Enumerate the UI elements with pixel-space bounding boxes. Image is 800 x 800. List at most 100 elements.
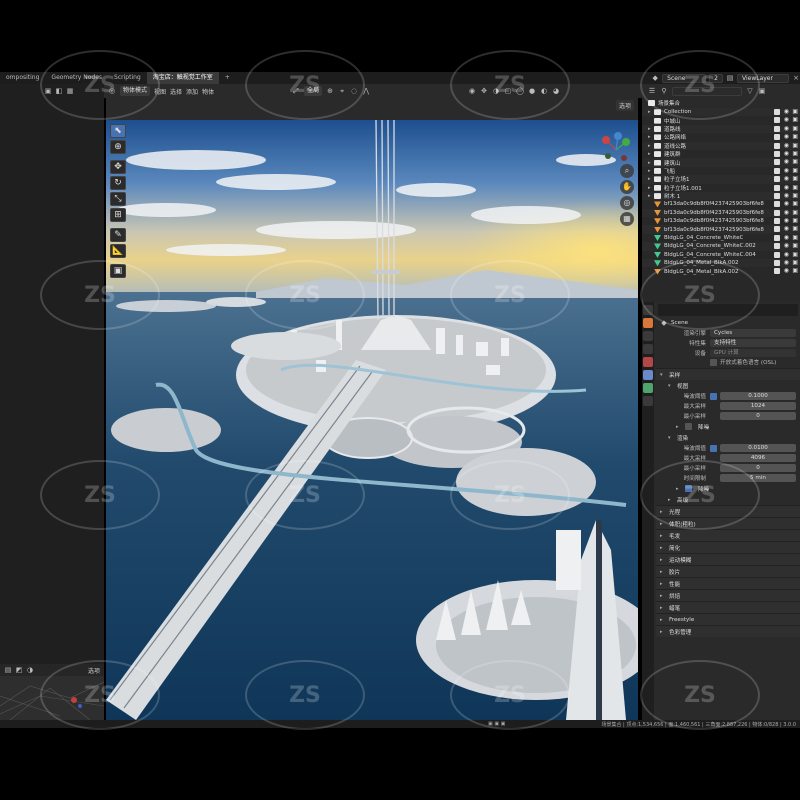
exclude-checkbox[interactable] [774, 268, 780, 275]
properties-section[interactable]: ▸ 胶片 [656, 565, 800, 577]
annotate-tool-icon[interactable]: ✎ [110, 228, 126, 242]
exclude-checkbox[interactable] [774, 176, 780, 183]
exclude-checkbox[interactable] [774, 142, 780, 149]
properties-section[interactable]: ▸ 毛发 [656, 529, 800, 541]
render-camera-icon[interactable]: ▣ [792, 259, 798, 266]
texture-tab-icon[interactable] [643, 396, 653, 406]
properties-section[interactable]: ▸ 色彩管理 [656, 625, 800, 637]
render-camera-icon[interactable]: ▣ [792, 150, 798, 157]
properties-section[interactable]: ▸ 简化 [656, 541, 800, 553]
viewport-options-button[interactable]: 选项 [615, 100, 634, 111]
filter-funnel-icon[interactable]: ▽ [746, 87, 754, 95]
eye-icon[interactable]: ◉ [784, 217, 789, 224]
render-camera-icon[interactable]: ▣ [792, 142, 798, 149]
exclude-checkbox[interactable] [774, 260, 780, 267]
tab-scripting[interactable]: Scripting [108, 72, 147, 84]
frame-field[interactable]: 2 [709, 73, 723, 83]
outliner-row[interactable]: bf13da0c9db8f0f4237425903bf6fe8d5 ◉ ▣ [642, 225, 800, 234]
editor-type-icon[interactable]: ▣ [44, 87, 52, 95]
expand-arrow-icon[interactable]: ▸ [648, 185, 654, 191]
outliner-row[interactable]: ▸ 道线公路 ◉ ▣ [642, 141, 800, 150]
render-camera-icon[interactable]: ▣ [792, 209, 798, 216]
expand-arrow-icon[interactable]: ▸ [648, 109, 654, 115]
select-icon[interactable]: ▦ [66, 87, 74, 95]
menu-add[interactable]: 添加 [186, 87, 198, 96]
viewport-denoise-subsection[interactable]: ▸ 降噪 [656, 421, 800, 432]
cursor-tool-icon[interactable]: ⊕ [110, 140, 126, 154]
render-min-samples-field[interactable]: 0 [720, 464, 796, 472]
outliner-type-icon[interactable]: ☰ [648, 87, 656, 95]
properties-section[interactable]: ▸ 性能 [656, 577, 800, 589]
feature-set-dropdown[interactable]: 支持特性 [710, 339, 796, 347]
outliner-row[interactable]: BldgLG_04_Concrete_WhiteC.004 ◉ ▣ [642, 251, 800, 259]
expand-arrow-icon[interactable]: ▸ [648, 160, 654, 166]
properties-section[interactable]: ▸ 蜡笔 [656, 601, 800, 613]
properties-section[interactable]: ▸ 体积(粗粒) [656, 517, 800, 529]
viewport-noise-checkbox[interactable] [710, 392, 717, 400]
expand-arrow-icon[interactable]: ▸ [648, 176, 654, 182]
eye-icon[interactable]: ◉ [784, 259, 789, 266]
exclude-checkbox[interactable] [774, 243, 780, 250]
shading-icon[interactable]: ◑ [26, 666, 34, 674]
render-max-samples-field[interactable]: 4096 [720, 454, 796, 462]
render-camera-icon[interactable]: ▣ [792, 108, 798, 115]
advanced-subsection[interactable]: ▸ 高级 [656, 494, 800, 505]
exclude-checkbox[interactable] [774, 109, 780, 115]
expand-arrow-icon[interactable]: ▸ [648, 126, 654, 132]
zoom-icon[interactable]: ⌕ [620, 164, 634, 178]
render-camera-icon[interactable]: ▣ [792, 242, 798, 249]
exclude-checkbox[interactable] [774, 226, 780, 233]
render-engine-dropdown[interactable]: Cycles [710, 329, 796, 337]
outliner-row[interactable]: BldgLG_04_Metal_BlkA.002 ◉ ▣ [642, 259, 800, 268]
transform-orientation-dropdown[interactable]: 全局 [304, 86, 323, 96]
outliner-row[interactable]: BldgLG_04_Concrete_WhiteC ◉ ▣ [642, 234, 800, 242]
measure-tool-icon[interactable]: 📐 [110, 244, 126, 258]
menu-select[interactable]: 选择 [170, 87, 182, 96]
eye-icon[interactable]: ◉ [784, 108, 789, 115]
render-noise-field[interactable]: 0.0100 [720, 444, 796, 452]
exclude-checkbox[interactable] [774, 192, 780, 199]
exclude-checkbox[interactable] [774, 125, 780, 132]
outliner-row[interactable]: ▸ 道路线 ◉ ▣ [642, 124, 800, 134]
scene-field[interactable]: Scene [662, 73, 707, 83]
pivot-icon[interactable]: ⊕ [326, 87, 334, 95]
render-camera-icon[interactable]: ▣ [792, 175, 798, 182]
falloff-icon[interactable]: ⋀ [362, 87, 370, 95]
eye-icon[interactable]: ◉ [784, 125, 789, 132]
render-camera-icon[interactable]: ▣ [792, 133, 798, 140]
shading-solid-icon[interactable]: ● [528, 87, 536, 95]
eye-icon[interactable]: ◉ [784, 167, 789, 174]
xray-icon[interactable]: ▢ [504, 87, 512, 95]
outliner-row[interactable]: 中城山 ◉ ▣ [642, 116, 800, 125]
expand-arrow-icon[interactable]: ▸ [648, 134, 654, 140]
viewport-denoise-checkbox[interactable] [685, 423, 692, 430]
shading-material-icon[interactable]: ◐ [540, 87, 548, 95]
outliner-root[interactable]: 场景集合 [642, 98, 800, 108]
mode-dropdown[interactable]: 物体模式 [120, 86, 151, 96]
exclude-checkbox[interactable] [774, 218, 780, 225]
move-tool-icon[interactable]: ✥ [110, 160, 126, 174]
render-denoise-subsection[interactable]: ▸ 降噪 [656, 483, 800, 494]
rotate-tool-icon[interactable]: ↻ [110, 176, 126, 190]
expand-arrow-icon[interactable]: ▸ [648, 151, 654, 157]
outliner-row[interactable]: ▸ 树木 1 ◉ ▣ [642, 191, 800, 201]
device-dropdown[interactable]: GPU 计算 [710, 349, 796, 357]
editor-type-icon[interactable]: ▤ [4, 666, 12, 674]
viewport-noise-field[interactable]: 0.1000 [720, 392, 796, 400]
eye-icon[interactable]: ◉ [784, 267, 789, 274]
outliner-row[interactable]: BldgLG_04_Metal_BlkA.002 ◉ ▣ [642, 267, 800, 275]
camera-view-icon[interactable]: ◎ [620, 196, 634, 210]
sampling-section[interactable]: ▾ 采样 [656, 368, 800, 380]
properties-section[interactable]: ▸ 烘焙 [656, 589, 800, 601]
render-camera-icon[interactable]: ▣ [792, 234, 798, 241]
shading-rendered-icon[interactable]: ◕ [552, 87, 560, 95]
eye-icon[interactable]: ◉ [784, 142, 789, 149]
close-icon[interactable]: × [792, 74, 800, 82]
scale-tool-icon[interactable]: ⤡ [110, 192, 126, 206]
grid-icon[interactable]: ▦ [620, 212, 634, 226]
outliner-row[interactable]: bf13da0c9db8f0f4237425903bf6fe8d5 ◉ ▣ [642, 217, 800, 225]
render-camera-icon[interactable]: ▣ [792, 125, 798, 132]
pan-hand-icon[interactable]: ✋ [620, 180, 634, 194]
outliner-row[interactable]: ▸ 公路网络 ◉ ▣ [642, 133, 800, 141]
expand-arrow-icon[interactable]: ▸ [648, 143, 654, 149]
